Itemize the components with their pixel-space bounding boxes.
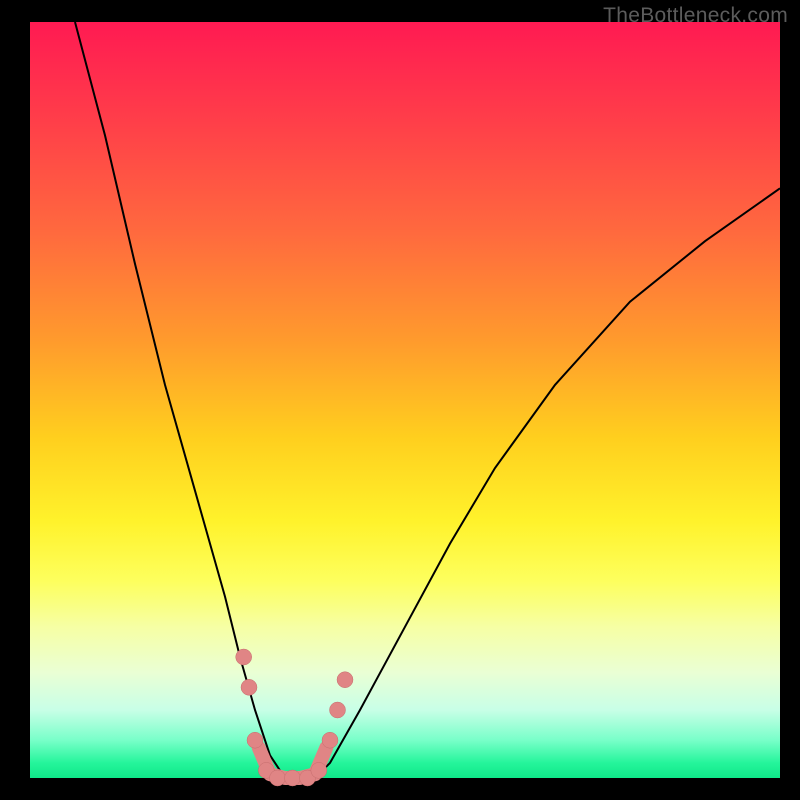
plot-gradient-background <box>30 22 780 778</box>
watermark-label: TheBottleneck.com <box>603 4 788 28</box>
chart-canvas: TheBottleneck.com <box>0 0 800 800</box>
